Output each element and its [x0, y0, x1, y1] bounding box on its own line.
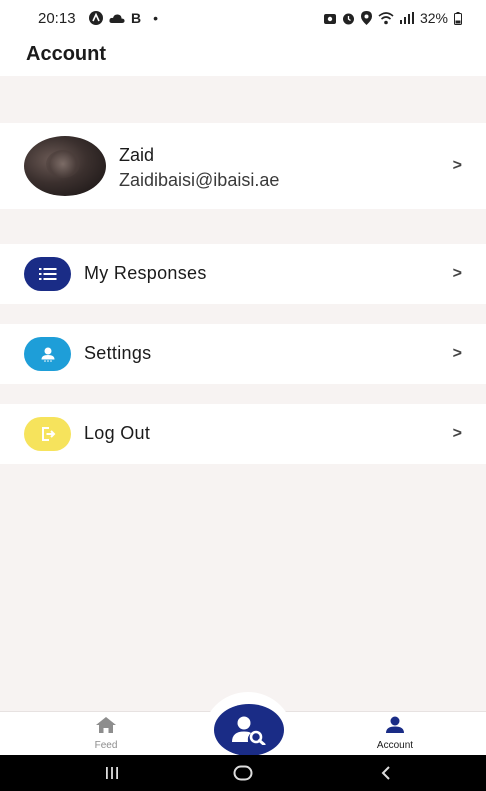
status-left-icons: B • — [89, 10, 158, 26]
nav-account[interactable]: Account — [355, 716, 435, 751]
menu-item-settings[interactable]: Settings > — [0, 324, 486, 384]
page-title: Account — [26, 43, 106, 65]
chevron-right-icon: > — [452, 157, 462, 174]
nav-label: Feed — [94, 740, 118, 751]
alarm-icon — [342, 13, 354, 24]
back-button[interactable] — [366, 755, 406, 791]
home-icon — [96, 717, 116, 733]
menu-item-label: Settings — [84, 343, 152, 363]
menu-item-my-responses[interactable]: My Responses > — [0, 244, 486, 304]
nav-feed[interactable]: Feed — [66, 716, 146, 751]
location-icon — [360, 11, 372, 25]
notification-a-icon — [89, 11, 103, 25]
profile-name: Zaid — [119, 145, 155, 165]
recents-icon — [106, 767, 118, 779]
battery-percent: 32% — [419, 10, 448, 26]
wifi-icon — [378, 11, 394, 24]
home-button[interactable] — [223, 755, 263, 791]
profile-email: Zaidibaisi@ibaisi.ae — [119, 170, 280, 190]
user-search-button[interactable] — [214, 704, 284, 756]
system-nav-bar — [0, 755, 486, 791]
user-settings-icon — [24, 337, 71, 371]
profile-row[interactable]: Zaid Zaidibaisi@ibaisi.ae > — [0, 123, 486, 209]
avatar — [24, 136, 106, 196]
signal-icon — [399, 12, 414, 24]
chevron-right-icon: > — [452, 265, 462, 282]
b-icon: B — [131, 10, 142, 26]
menu-item-label: Log Out — [84, 423, 151, 443]
dot-icon: • — [153, 10, 159, 26]
menu-item-label: My Responses — [84, 263, 207, 283]
status-bar: 20:13 B • 32% — [0, 0, 486, 36]
back-icon — [381, 766, 390, 780]
nav-label: Account — [376, 740, 414, 751]
recents-button[interactable] — [92, 755, 132, 791]
camera-icon — [323, 14, 336, 24]
status-time: 20:13 — [38, 10, 76, 27]
chevron-right-icon: > — [452, 425, 462, 442]
header: Account — [0, 36, 486, 76]
list-icon — [24, 257, 71, 291]
person-icon — [386, 716, 404, 733]
logout-icon — [24, 417, 71, 451]
chevron-right-icon: > — [452, 345, 462, 362]
status-right-icons: 32% — [323, 10, 462, 26]
battery-icon — [454, 11, 462, 25]
user-search-icon — [232, 716, 266, 745]
home-circle-icon — [233, 765, 253, 781]
menu-item-log-out[interactable]: Log Out > — [0, 404, 486, 464]
cloud-icon — [109, 14, 125, 23]
